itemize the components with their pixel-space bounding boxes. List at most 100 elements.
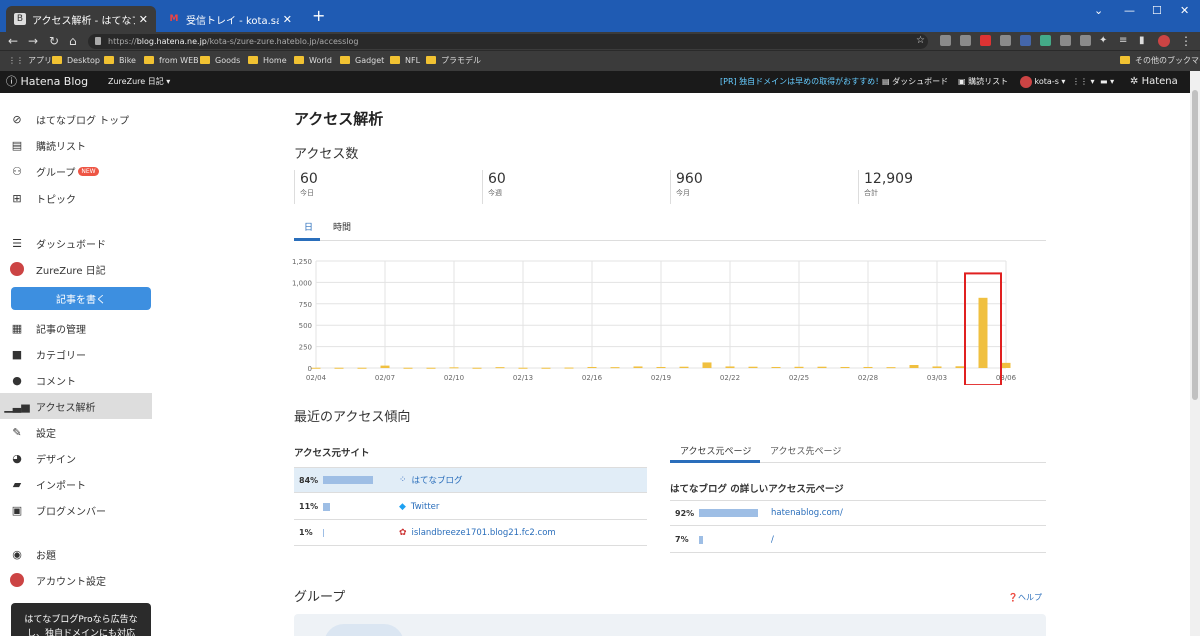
reading-list-link[interactable]: ▣ 購読リスト [958,71,1008,93]
extension-icon[interactable] [980,35,991,46]
sidebar-item-comment[interactable]: ● コメント [0,367,152,393]
sidebar-item-dashboard[interactable]: ☰ ダッシュボード [0,230,152,256]
source-site-link[interactable]: islandbreeze1701.blog21.fc2.com [412,528,556,538]
extension-icon[interactable] [940,35,951,46]
bookmark-folder[interactable]: Desktop [52,53,100,67]
hatena-blog-logo[interactable]: ⓘ Hatena Blog [6,71,88,93]
sidebar-item-articles[interactable]: ▦ 記事の管理 [0,315,152,341]
home-icon[interactable]: ⌂ [69,32,77,50]
close-tab-icon[interactable]: ✕ [283,13,292,26]
dashboard-link[interactable]: ▤ ダッシュボード [882,71,948,93]
new-badge: NEW [78,166,99,176]
bookmark-other[interactable]: その他のブックマーク [1120,53,1200,67]
sidebar-item-analytics[interactable]: ▁▃▅ アクセス解析 [0,393,152,419]
sidebar-item-blog-top[interactable]: ⊘ はてなブログ トップ [0,106,152,132]
sidebar-item-account[interactable]: アカウント設定 [0,567,152,593]
sidebar-item-category[interactable]: ■ カテゴリー [0,341,152,367]
bookmark-folder[interactable]: Bike [104,53,136,67]
sidebar-item-reading-list[interactable]: ▤ 購読リスト [0,132,152,158]
apps-grid-icon: ⋮⋮ [8,55,24,65]
source-site-link[interactable]: はてなブログ [412,474,463,486]
hatena-top-icon: ⊘ [12,112,22,126]
back-icon[interactable]: ← [8,32,18,50]
bookmark-star-icon[interactable]: ☆ [916,32,925,50]
chart-bar [771,366,781,368]
sidebar-item-topic[interactable]: ⊞ トピック [0,185,152,211]
tab-access-analysis[interactable]: B アクセス解析 - はてなブログ ✕ [6,6,156,32]
y-tick-label: 750 [299,301,312,309]
extension-icon[interactable] [1000,35,1011,46]
extension-icon[interactable] [1040,35,1051,46]
group-heading: グループ [294,590,346,605]
x-tick-label: 02/22 [720,374,740,382]
table-row[interactable]: 7% / [670,527,1046,553]
stat-week: 60 今週 [482,170,667,204]
bookmark-folder[interactable]: Goods [200,53,240,67]
chart-bar [403,367,413,369]
table-row[interactable]: 1% ✿ islandbreeze1701.blog21.fc2.com [294,520,647,546]
forward-icon[interactable]: → [28,32,38,50]
minimize-button[interactable]: — [1124,4,1135,17]
table-row[interactable]: 84% ⁘ はてなブログ [294,467,647,493]
tab-source-pages[interactable]: アクセス元ページ [680,444,751,457]
sidebar-item-members[interactable]: ▣ ブログメンバー [0,497,152,523]
bookmark-folder[interactable]: Home [248,53,287,67]
bookmark-folder[interactable]: NFL [390,53,420,67]
blog-selector[interactable]: ZureZure 日記 ▾ [108,71,170,93]
write-article-button[interactable]: 記事を書く [11,287,151,310]
topic-icon: ⊞ [12,191,22,205]
sidepanel-icon[interactable]: ▮ [1139,32,1145,50]
puzzle-icon[interactable]: ✦ [1099,32,1107,50]
reading-list-icon[interactable]: ≡ [1119,32,1127,50]
apps-menu-icon[interactable]: ⋮⋮ ▾ [1072,71,1095,93]
extension-icon[interactable] [1060,35,1071,46]
sidebar-item-odai[interactable]: ◉ お題 [0,541,152,567]
extension-icon[interactable] [960,35,971,46]
sidebar-item-settings[interactable]: ✎ 設定 [0,419,152,445]
maximize-button[interactable]: ☐ [1152,4,1162,17]
x-tick-label: 02/07 [375,374,395,382]
close-tab-icon[interactable]: ✕ [139,13,148,26]
sidebar-item-group[interactable]: ⚇ グループ NEW [0,158,152,184]
source-site-link[interactable]: Twitter [411,502,440,512]
reload-icon[interactable]: ↻ [49,32,59,50]
bookmark-folder[interactable]: from WEB [144,53,199,67]
reading-list-icon: ▤ [11,138,23,152]
menu-icon[interactable]: ⋮ [1180,32,1192,50]
source-page-link[interactable]: / [771,535,774,545]
tab-day[interactable]: 日 [304,220,313,233]
tab-hour[interactable]: 時間 [333,220,351,233]
notification-icon[interactable]: ▬ ▾ [1100,71,1114,93]
tab-destination-pages[interactable]: アクセス先ページ [770,444,841,457]
folder-icon [104,56,114,64]
source-page-link[interactable]: hatenablog.com/ [771,508,843,518]
chart-bar [1001,362,1011,368]
hatena-link[interactable]: ✲ Hatena [1130,71,1178,93]
domain-promo-link[interactable]: [PR] 独自ドメインは早めの取得がおすすめ！ [720,71,883,93]
help-link[interactable]: ❓ヘルプ [1008,592,1042,603]
bookmark-folder[interactable]: プラモデル [426,53,481,67]
sidebar-item-design[interactable]: ◕ デザイン [0,445,152,471]
extension-icon[interactable] [1080,35,1091,46]
new-tab-button[interactable]: + [312,8,325,24]
chart-bar [472,367,482,369]
user-menu[interactable]: kota-s ▾ [1020,71,1065,93]
url-text[interactable]: https://blog.hatena.ne.jp/kota-s/zure-zu… [108,34,358,49]
profile-avatar[interactable] [1158,35,1170,47]
chevron-down-icon[interactable]: ⌄ [1094,4,1103,17]
close-window-button[interactable]: ✕ [1180,4,1189,17]
question-icon: ◉ [12,547,22,561]
bookmark-folder[interactable]: World [294,53,332,67]
table-row[interactable]: 11% ◆ Twitter [294,494,647,520]
tab-gmail[interactable]: M 受信トレイ - kota.sakakibara@gm ✕ [160,6,300,32]
table-row[interactable]: 92% hatenablog.com/ [670,500,1046,526]
sidebar-item-import[interactable]: ▰ インポート [0,471,152,497]
pro-promo-box[interactable]: はてなブログProなら広告な し、独自ドメインにも対応 [11,603,151,639]
sidebar-item-blog[interactable]: ZureZure 日記 [0,256,152,282]
bookmark-folder[interactable]: Gadget [340,53,384,67]
bookmark-apps[interactable]: ⋮⋮ アプリ [8,53,52,67]
chart-bar [932,366,942,368]
extension-icon[interactable] [1020,35,1031,46]
scrollbar-thumb[interactable] [1192,90,1198,400]
source-sites-heading: アクセス元サイト [294,448,370,459]
